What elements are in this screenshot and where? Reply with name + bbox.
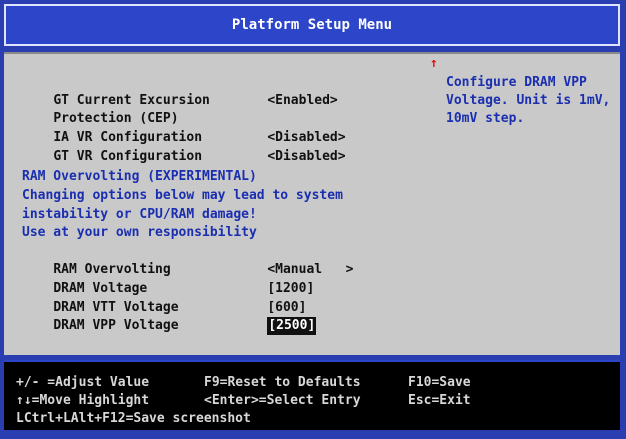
warning-title: RAM Overvolting (EXPERIMENTAL) [22, 169, 257, 184]
key-hint-exit: Esc=Exit [408, 393, 471, 408]
help-line: Voltage. Unit is 1mV, [446, 93, 611, 108]
setting-value-selected[interactable]: [2500] [267, 317, 317, 335]
key-hint-move: ↑↓=Move Highlight [16, 393, 150, 408]
setting-label: GT VR Configuration [53, 149, 203, 164]
key-hint-select: <Enter>=Select Entry [204, 393, 361, 408]
setting-value[interactable]: <Disabled> [267, 148, 345, 166]
bios-title-bar: Platform Setup Menu [4, 4, 620, 46]
page-title: Platform Setup Menu [231, 17, 393, 33]
setting-label: DRAM VPP Voltage [53, 318, 179, 333]
key-legend: +/- =Adjust Value F9=Reset to Defaults F… [4, 360, 620, 430]
settings-panel: GT Current Excursion <Enabled> Protection… [4, 52, 620, 355]
help-line: Configure DRAM VPP [446, 75, 587, 90]
key-hint-reset: F9=Reset to Defaults [204, 375, 361, 390]
key-hint-screenshot: LCtrl+LAlt+F12=Save screenshot [16, 411, 251, 426]
setting-value[interactable]: <Enabled> [267, 92, 337, 110]
warning-line: Use at your own responsibility [22, 225, 257, 240]
setting-dram-vpp-voltage[interactable]: DRAM VPP Voltage [2500] [22, 299, 317, 353]
key-hint-adjust: +/- =Adjust Value [16, 375, 150, 390]
warning-line: Changing options below may lead to syste… [22, 188, 343, 203]
key-hint-save: F10=Save [408, 375, 471, 390]
help-text: Configure DRAM VPP Voltage. Unit is 1mV,… [446, 74, 618, 128]
help-line: 10mV step. [446, 111, 525, 126]
panel-divider [426, 54, 427, 355]
warning-line: instability or CPU/RAM damage! [22, 207, 257, 222]
scroll-up-arrow-icon: ↑ [430, 56, 438, 71]
